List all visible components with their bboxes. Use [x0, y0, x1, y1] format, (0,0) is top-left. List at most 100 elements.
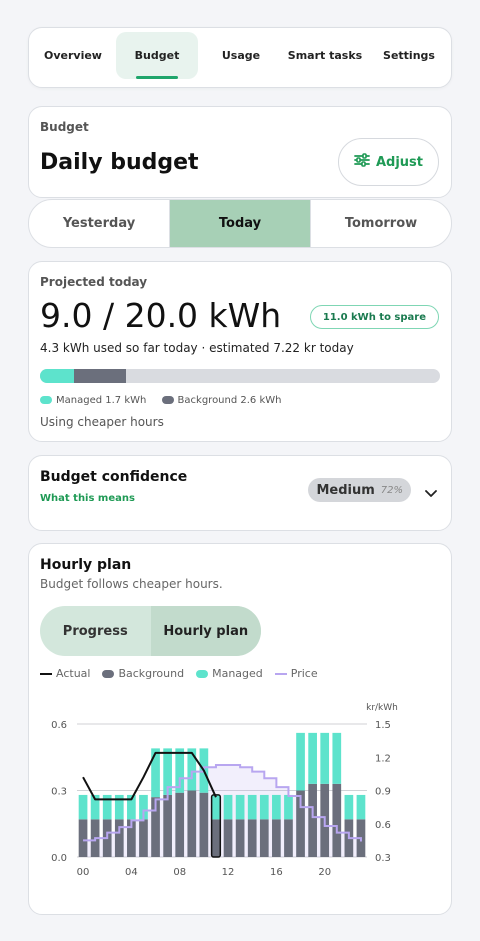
budget-header-card: Budget Daily budget Adjust [28, 106, 452, 198]
chevron-down-icon[interactable] [425, 483, 437, 502]
day-yesterday[interactable]: Yesterday [29, 200, 169, 247]
price-area [83, 765, 361, 857]
tab-overview[interactable]: Overview [37, 32, 109, 79]
y-tick-label: 0.6 [51, 720, 67, 731]
background-bar [114, 819, 124, 857]
x-tick-label: 00 [77, 867, 90, 878]
hourly-subtitle: Budget follows cheaper hours. [40, 577, 223, 591]
y-tick-label: 0.3 [51, 787, 67, 798]
background-swatch [161, 396, 174, 404]
managed-bar [332, 732, 342, 784]
day-tomorrow[interactable]: Tomorrow [311, 200, 451, 247]
background-bar [211, 819, 221, 857]
section-label: Budget [40, 120, 89, 134]
day-today[interactable]: Today [170, 200, 310, 247]
adjust-button[interactable]: Adjust [338, 138, 439, 186]
hourly-chart: 0.0 0.3 0.6 0.3 0.6 0.9 1.2 1.5 kr/kWh 00 04 08 12 16… [51, 703, 398, 878]
tab-budget[interactable]: Budget [116, 32, 198, 79]
y2-tick-label: 1.2 [375, 753, 391, 764]
background-bar [308, 783, 317, 857]
background-bar [247, 819, 257, 857]
managed-bar [223, 794, 233, 820]
y2-tick-label: 1.5 [375, 720, 391, 731]
background-bar [259, 819, 269, 857]
toggle-hourly-plan-label: Hourly plan [163, 623, 249, 639]
tab-overview-label: Overview [44, 49, 102, 62]
legend-managed: Managed [196, 667, 263, 680]
what-this-means-link[interactable]: What this means [40, 493, 135, 504]
managed-bar [78, 794, 88, 820]
legend-background: Background 2.6 kWh [177, 395, 282, 406]
day-yesterday-label: Yesterday [62, 216, 136, 231]
active-tab-indicator [136, 76, 178, 79]
background-bar [163, 794, 172, 857]
tab-usage-label: Usage [221, 49, 261, 62]
toggle-hourly-plan[interactable]: Hourly plan [150, 606, 261, 656]
projected-card: Projected today 9.0 / 20.0 kWh 11.0 kWh … [28, 261, 452, 442]
managed-bar [356, 794, 366, 820]
managed-bar [235, 794, 245, 820]
y2-tick-label: 0.3 [375, 853, 391, 864]
toggle-progress[interactable]: Progress [40, 606, 151, 656]
y2-axis-label: kr/kWh [366, 703, 398, 713]
hourly-title: Hourly plan [40, 557, 132, 573]
x-tick-label: 08 [173, 867, 186, 878]
background-bar [223, 819, 233, 857]
background-swatch [102, 669, 115, 678]
managed-bar [259, 794, 269, 820]
spare-badge: 11.0 kWh to spare [309, 305, 439, 329]
legend-background: Background [102, 667, 184, 680]
managed-swatch [196, 669, 209, 678]
adjust-label: Adjust [375, 154, 424, 170]
background-bar [78, 819, 88, 857]
managed-bar [296, 732, 305, 791]
toggle-progress-label: Progress [62, 623, 128, 639]
page-title: Daily budget [40, 150, 199, 175]
managed-bar [320, 732, 330, 784]
legend-actual: Actual [40, 667, 90, 680]
legend-price: Price [274, 667, 318, 680]
tab-smart-tasks[interactable]: Smart tasks [283, 32, 367, 79]
top-navigation: Overview Budget Usage Smart tasks Settin… [28, 27, 452, 88]
projected-label: Projected today [40, 275, 148, 289]
managed-bar [211, 794, 221, 820]
legend-background-label: Background [118, 667, 185, 680]
managed-bar [187, 748, 197, 791]
confidence-percent: 72% [380, 484, 403, 496]
tab-settings[interactable]: Settings [375, 32, 443, 79]
confidence-badge: Medium 72% [308, 478, 411, 502]
legend-managed-label: Managed [212, 667, 263, 680]
managed-swatch [40, 396, 52, 404]
background-bar [284, 819, 293, 857]
x-tick-label: 16 [270, 867, 283, 878]
usage-progress-bar [40, 369, 440, 383]
managed-bar [344, 794, 354, 820]
day-selector: Yesterday Today Tomorrow [28, 199, 452, 248]
confidence-level: Medium [316, 482, 375, 498]
price-line-swatch [274, 672, 287, 675]
projected-value: 9.0 / 20.0 kWh [40, 296, 282, 335]
view-toggle: Progress Hourly plan [40, 606, 261, 656]
y2-tick-label: 0.9 [375, 787, 391, 798]
tab-settings-label: Settings [383, 49, 435, 62]
managed-bar [151, 748, 160, 798]
usage-subtitle: 4.3 kWh used so far today · estimated 7.… [40, 341, 354, 355]
background-bar [199, 792, 209, 857]
y-tick-label: 0.0 [51, 853, 67, 864]
background-bar [175, 792, 185, 857]
actual-line-swatch [40, 672, 52, 675]
background-bar [139, 819, 148, 857]
managed-bar [284, 794, 293, 820]
confidence-card[interactable]: Budget confidence What this means Medium… [28, 455, 452, 531]
x-tick-label: 04 [125, 867, 138, 878]
x-tick-label: 20 [318, 867, 331, 878]
managed-bar [247, 794, 257, 820]
x-tick-label: 12 [222, 867, 235, 878]
managed-fill [40, 369, 74, 383]
legend-actual-label: Actual [56, 667, 91, 680]
sliders-icon [354, 153, 370, 171]
tab-usage[interactable]: Usage [207, 32, 275, 79]
hourly-plan-card: Hourly plan Budget follows cheaper hours… [28, 543, 452, 915]
managed-bar [308, 732, 317, 784]
day-today-label: Today [218, 216, 262, 231]
